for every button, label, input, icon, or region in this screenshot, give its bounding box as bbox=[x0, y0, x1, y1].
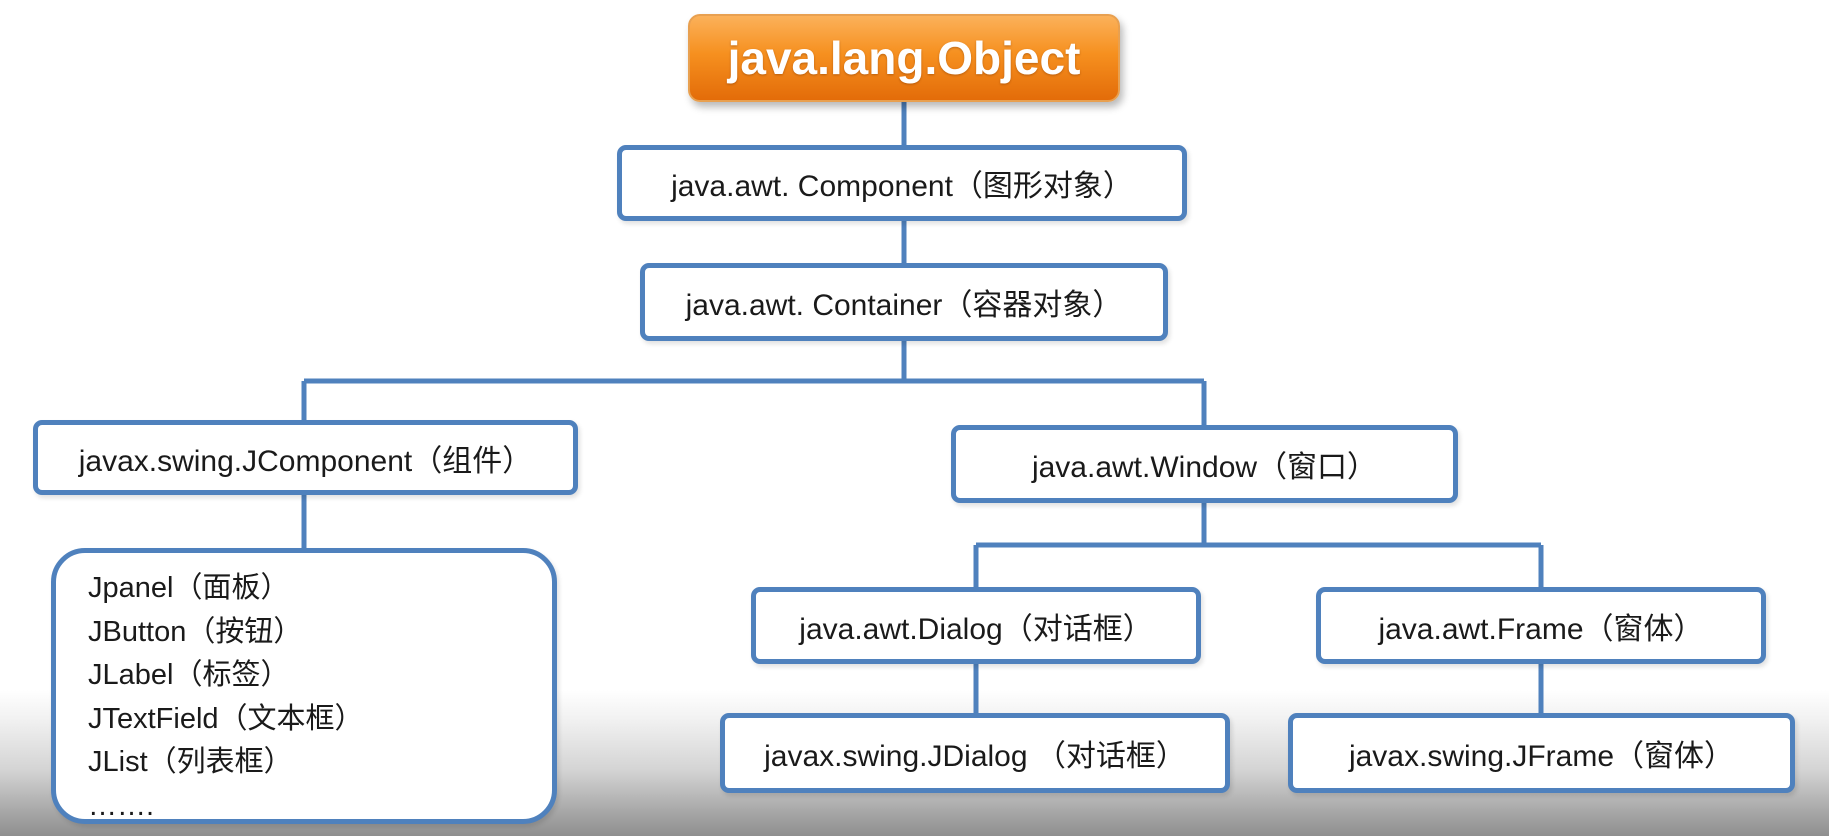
node-component: java.awt. Component（图形对象） bbox=[617, 145, 1187, 221]
list-item-jpanel: Jpanel（面板） bbox=[88, 572, 290, 604]
node-jcomponent: javax.swing.JComponent（组件） bbox=[33, 420, 578, 495]
list-item-jlabel: JLabel（标签） bbox=[88, 659, 290, 691]
node-dialog: java.awt.Dialog（对话框） bbox=[751, 587, 1201, 664]
node-label: java.lang.Object bbox=[727, 32, 1081, 84]
list-item-jtextfield: JTextField（文本框） bbox=[88, 702, 364, 735]
node-label: java.awt. Container（容器对象） bbox=[685, 289, 1123, 322]
list-item-jbutton: JButton（按钮） bbox=[88, 615, 303, 648]
list-item-jlist: JList（列表框） bbox=[88, 746, 293, 778]
node-label: java.awt.Frame（窗体） bbox=[1378, 612, 1704, 646]
swing-components-list: Jpanel（面板） JButton（按钮） JLabel（标签） JTextF… bbox=[56, 553, 552, 828]
node-jframe: javax.swing.JFrame（窗体） bbox=[1288, 713, 1795, 793]
node-label: javax.swing.JComponent（组件） bbox=[78, 444, 533, 478]
connector-window-branches bbox=[976, 500, 1541, 548]
connector-container-branches bbox=[304, 338, 1204, 384]
node-window: java.awt.Window（窗口） bbox=[951, 425, 1458, 503]
node-frame: java.awt.Frame（窗体） bbox=[1316, 587, 1766, 664]
node-label: javax.swing.JFrame（窗体） bbox=[1348, 740, 1735, 773]
node-label: java.awt.Dialog（对话框） bbox=[799, 612, 1153, 646]
node-label: javax.swing.JDialog （对话框） bbox=[764, 740, 1186, 773]
swing-components-list-box: Jpanel（面板） JButton（按钮） JLabel（标签） JTextF… bbox=[51, 548, 557, 824]
list-item-ellipsis: ……. bbox=[88, 789, 155, 822]
node-label: java.awt. Component（图形对象） bbox=[671, 170, 1133, 203]
node-java-lang-object: java.lang.Object bbox=[688, 14, 1120, 102]
node-container: java.awt. Container（容器对象） bbox=[640, 263, 1168, 341]
node-label: java.awt.Window（窗口） bbox=[1031, 451, 1378, 484]
node-jdialog: javax.swing.JDialog （对话框） bbox=[720, 713, 1230, 793]
